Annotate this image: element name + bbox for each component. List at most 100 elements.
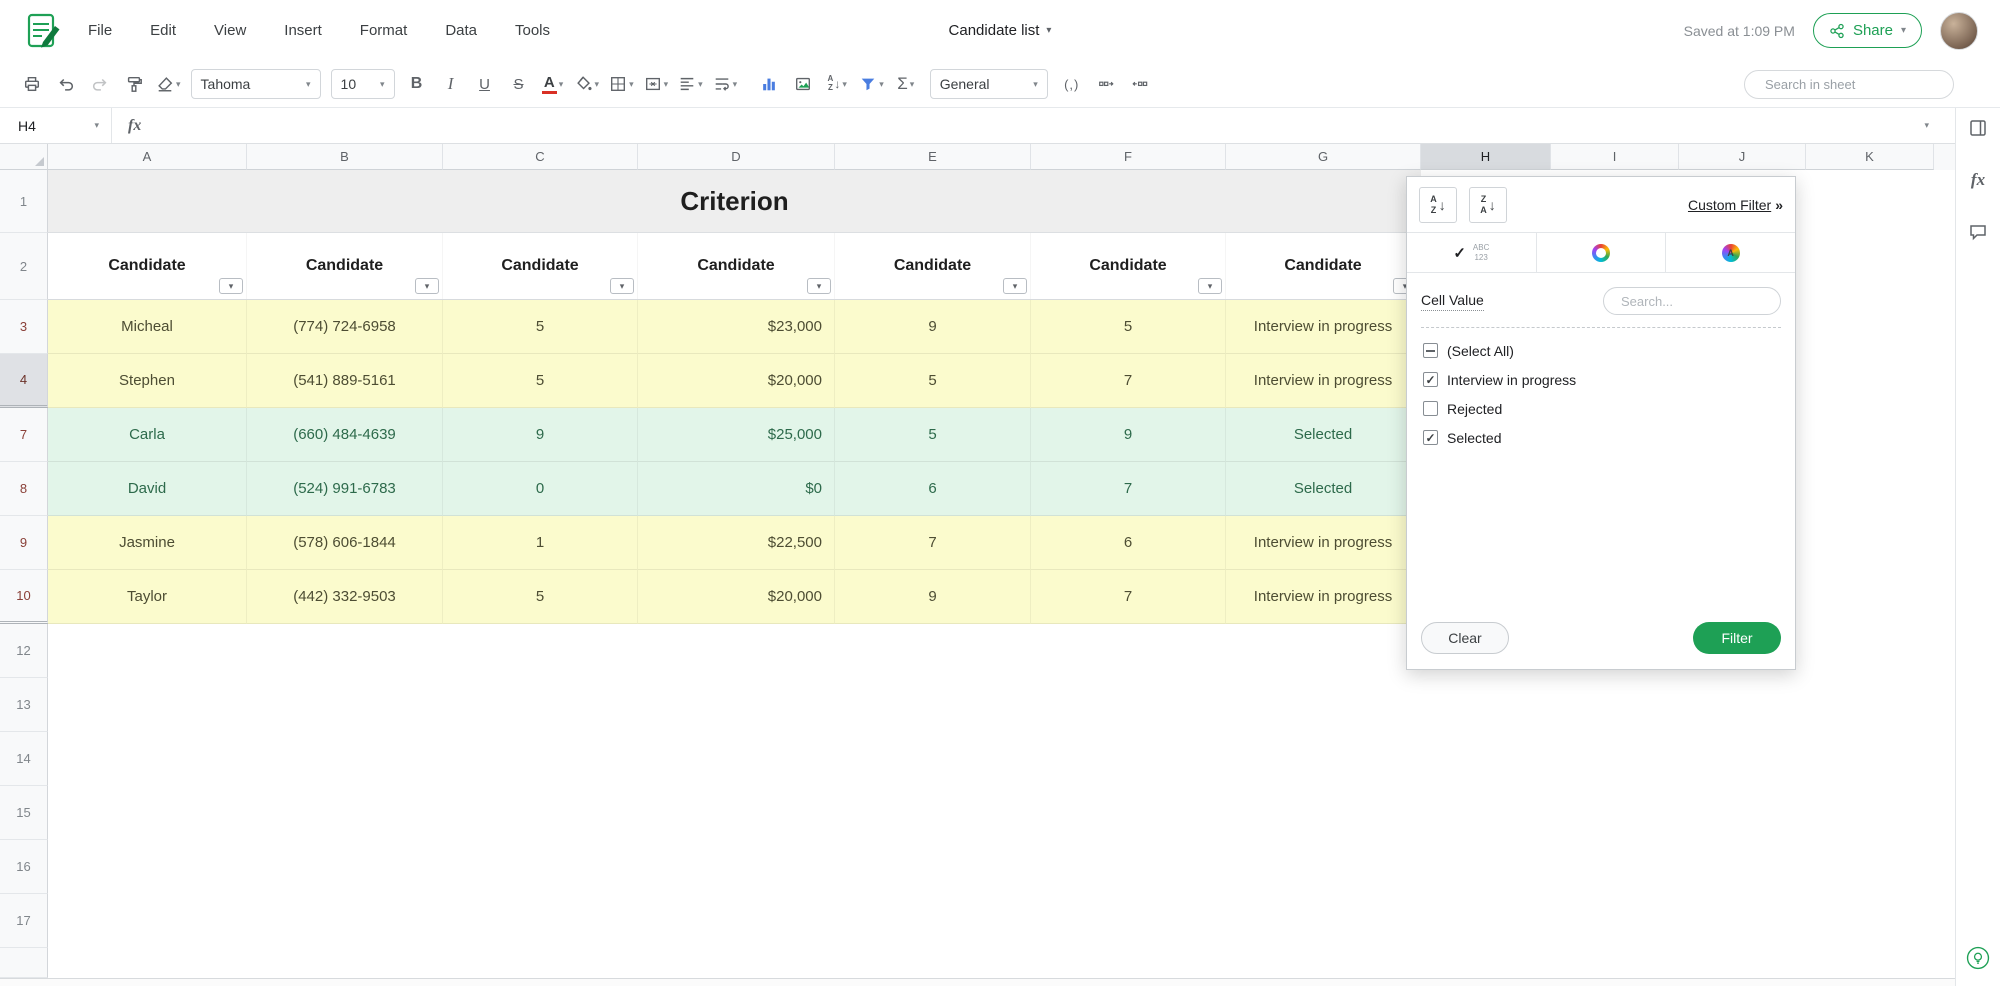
cell[interactable]: (524) 991-6783 (247, 462, 443, 516)
column-header-k[interactable]: K (1806, 144, 1934, 170)
redo-button[interactable] (84, 68, 116, 100)
apply-filter-button[interactable]: Filter (1693, 622, 1781, 654)
cell[interactable]: Carla (48, 408, 247, 462)
column-header-a[interactable]: A (48, 144, 247, 170)
cell[interactable]: 5 (1031, 300, 1226, 354)
filter-option-interview-in-progress[interactable]: Interview in progress (1421, 365, 1781, 394)
column-header-e[interactable]: E (835, 144, 1031, 170)
cell[interactable]: Selected (1226, 408, 1421, 462)
cell[interactable]: Taylor (48, 570, 247, 624)
column-filter-button[interactable] (415, 278, 439, 294)
merged-title-cell[interactable]: Criterion (48, 170, 1421, 233)
cell[interactable]: Interview in progress (1226, 570, 1421, 624)
row-header-7[interactable]: 7 (0, 408, 48, 462)
cell[interactable]: 7 (1031, 354, 1226, 408)
cell[interactable]: (442) 332-9503 (247, 570, 443, 624)
print-button[interactable] (16, 68, 48, 100)
column-filter-button[interactable] (1198, 278, 1222, 294)
strikethrough-button[interactable]: S (503, 68, 535, 100)
cell[interactable]: 5 (443, 354, 638, 408)
filter-option-rejected[interactable]: Rejected (1421, 394, 1781, 423)
fill-color-button[interactable] (571, 68, 604, 100)
row-header-10[interactable]: 10 (0, 570, 48, 624)
cell[interactable]: Stephen (48, 354, 247, 408)
header-cell[interactable]: Candidate (835, 233, 1031, 299)
clear-button[interactable]: Clear (1421, 622, 1509, 654)
header-cell[interactable]: Candidate (247, 233, 443, 299)
sort-button[interactable]: AZ ↓ (821, 68, 853, 100)
cell[interactable]: $22,500 (638, 516, 835, 570)
cell[interactable]: Interview in progress (1226, 354, 1421, 408)
cell[interactable]: 9 (443, 408, 638, 462)
cell[interactable]: 7 (1031, 462, 1226, 516)
column-header-i[interactable]: I (1551, 144, 1679, 170)
menu-edit[interactable]: Edit (150, 22, 176, 39)
cell[interactable]: 1 (443, 516, 638, 570)
avatar[interactable] (1940, 12, 1978, 50)
column-filter-button[interactable] (1003, 278, 1027, 294)
column-header-b[interactable]: B (247, 144, 443, 170)
cell-value-dropdown[interactable]: Cell Value (1421, 292, 1484, 311)
menu-tools[interactable]: Tools (515, 22, 550, 39)
name-box[interactable]: H4 (0, 108, 112, 143)
underline-button[interactable]: U (469, 68, 501, 100)
functions-panel-icon[interactable]: fx (1966, 168, 1990, 192)
font-size-select[interactable]: 10 (331, 69, 395, 99)
custom-filter-link[interactable]: Custom Filter » (1688, 197, 1783, 213)
cell[interactable]: $25,000 (638, 408, 835, 462)
menu-insert[interactable]: Insert (284, 22, 322, 39)
row-header-9[interactable]: 9 (0, 516, 48, 570)
filter-option-selected[interactable]: Selected (1421, 423, 1781, 452)
font-color-button[interactable]: A (537, 68, 569, 100)
header-cell[interactable]: Candidate (638, 233, 835, 299)
cell[interactable]: 5 (835, 408, 1031, 462)
row-header-4[interactable]: 4 (0, 354, 48, 408)
row-header-3[interactable]: 3 (0, 300, 48, 354)
row-header-2[interactable]: 2 (0, 233, 48, 300)
number-format-select[interactable]: General (930, 69, 1048, 99)
header-cell[interactable]: Candidate (48, 233, 247, 299)
checkbox[interactable] (1423, 343, 1438, 358)
cell[interactable]: 6 (1031, 516, 1226, 570)
increase-decimal-button[interactable] (1090, 68, 1122, 100)
tab-filter-by-cell-color[interactable] (1537, 233, 1667, 272)
menu-data[interactable]: Data (445, 22, 477, 39)
cell[interactable]: 7 (1031, 570, 1226, 624)
cell[interactable]: 9 (1031, 408, 1226, 462)
cell[interactable]: 0 (443, 462, 638, 516)
cell[interactable]: 9 (835, 570, 1031, 624)
cell[interactable]: 9 (835, 300, 1031, 354)
cell[interactable]: (774) 724-6958 (247, 300, 443, 354)
formula-bar-collapse-icon[interactable] (1924, 121, 1929, 130)
cell[interactable]: (541) 889-5161 (247, 354, 443, 408)
cell[interactable]: $0 (638, 462, 835, 516)
decrease-decimal-button[interactable] (1124, 68, 1156, 100)
row-header-1[interactable]: 1 (0, 170, 48, 233)
sum-button[interactable]: Σ (890, 68, 922, 100)
column-header-h[interactable]: H (1421, 144, 1551, 170)
paint-format-button[interactable] (118, 68, 150, 100)
column-header-g[interactable]: G (1226, 144, 1421, 170)
header-cell[interactable]: Candidate (1031, 233, 1226, 299)
bold-button[interactable]: B (401, 68, 433, 100)
cell[interactable]: Jasmine (48, 516, 247, 570)
zia-assistant-icon[interactable] (1966, 946, 1990, 970)
tab-filter-by-value[interactable]: ✓ ABC 123 (1407, 233, 1537, 272)
cell[interactable]: Interview in progress (1226, 300, 1421, 354)
cell[interactable]: 5 (835, 354, 1031, 408)
row-header-16[interactable]: 16 (0, 840, 48, 894)
search-input[interactable] (1765, 77, 1941, 92)
column-filter-button[interactable] (610, 278, 634, 294)
filter-search[interactable] (1603, 287, 1781, 315)
row-header-14[interactable]: 14 (0, 732, 48, 786)
filter-option-select-all[interactable]: (Select All) (1421, 336, 1781, 365)
document-title[interactable]: Candidate list (949, 22, 1052, 39)
cell[interactable]: David (48, 462, 247, 516)
italic-button[interactable]: I (435, 68, 467, 100)
sort-descending-button[interactable]: Z A (1469, 187, 1507, 223)
column-filter-button[interactable] (807, 278, 831, 294)
clear-format-button[interactable] (152, 68, 185, 100)
cell[interactable]: Micheal (48, 300, 247, 354)
align-button[interactable] (674, 68, 707, 100)
column-header-j[interactable]: J (1679, 144, 1806, 170)
